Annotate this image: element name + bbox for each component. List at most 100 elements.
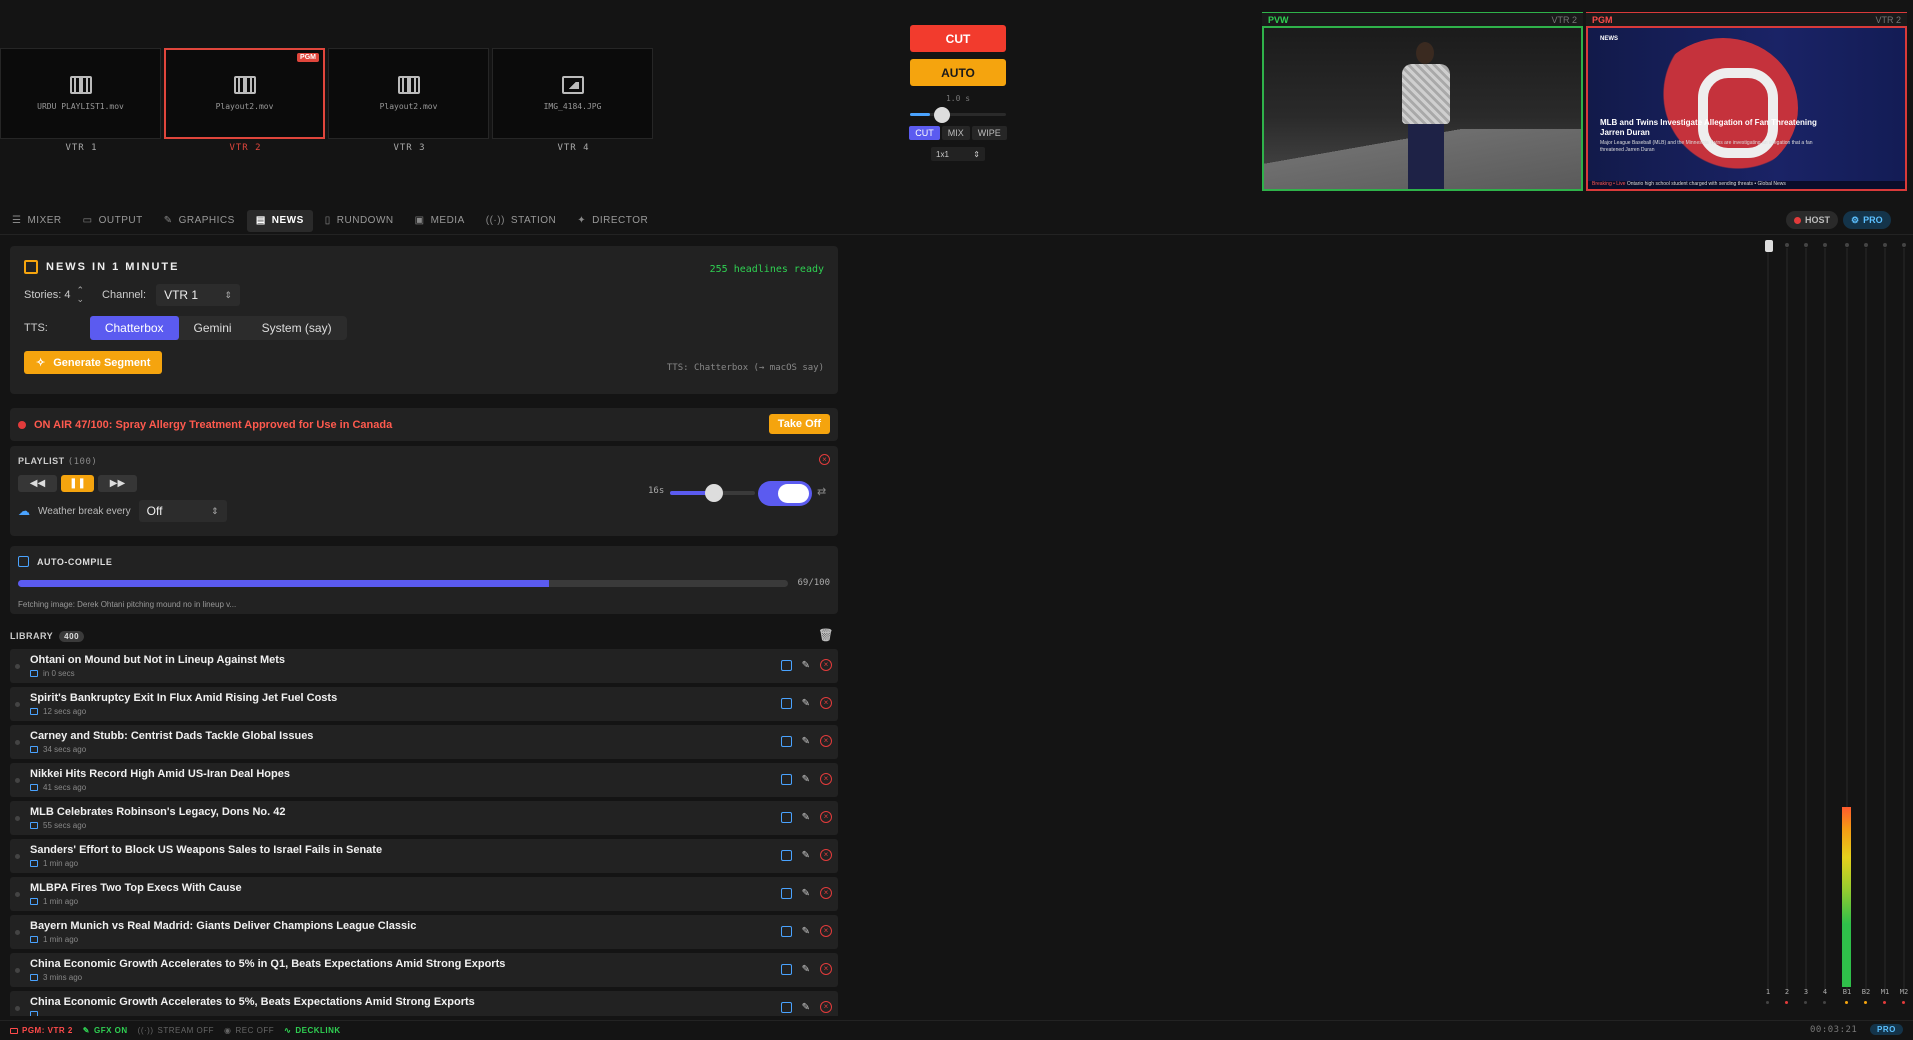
pencil-icon[interactable]: ✎ (802, 850, 810, 861)
vtr-slot[interactable]: PGM Playout2.mov VTR 2 (164, 48, 327, 153)
delete-icon[interactable]: × (820, 697, 832, 709)
mixer-channel[interactable]: B2 (1858, 236, 1874, 1012)
open-external-icon[interactable] (780, 1001, 792, 1013)
status-pro-badge[interactable]: PRO (1870, 1024, 1903, 1035)
interval-slider[interactable] (670, 484, 755, 502)
drag-handle[interactable] (15, 892, 20, 897)
delete-icon[interactable]: × (820, 1001, 832, 1013)
loop-toggle[interactable] (758, 481, 812, 506)
mixer-channel[interactable]: 3 (1798, 236, 1814, 1012)
drag-handle[interactable] (15, 702, 20, 707)
generate-segment-button[interactable]: ✧ Generate Segment (24, 351, 163, 374)
auto-button[interactable]: AUTO (910, 59, 1006, 86)
delete-icon[interactable]: × (820, 887, 832, 899)
trash-icon[interactable]: 🗑 (818, 628, 834, 642)
delete-icon[interactable]: × (820, 963, 832, 975)
tab-media[interactable]: ▣ MEDIA (406, 210, 474, 232)
pencil-icon[interactable]: ✎ (802, 698, 810, 709)
tab-news[interactable]: ▤ NEWS (246, 209, 313, 232)
pencil-icon[interactable]: ✎ (802, 888, 810, 899)
tts-option[interactable]: Gemini (179, 316, 247, 340)
mixer-channel[interactable]: 2 (1779, 236, 1795, 1012)
tab-graphics[interactable]: ✎ GRAPHICS (155, 210, 244, 232)
layout-select[interactable]: 1x1 ⇕ (931, 147, 985, 161)
pencil-icon[interactable]: ✎ (802, 964, 810, 975)
delete-icon[interactable]: × (820, 925, 832, 937)
vtr-thumbnail[interactable]: IMG_4184.JPG (492, 48, 653, 139)
cut-button[interactable]: CUT (910, 25, 1006, 52)
transition-type-wipe[interactable]: WIPE (971, 126, 1007, 140)
mixer-channel[interactable]: M1 (1877, 236, 1893, 1012)
channel-select[interactable]: VTR 1 ⇕ (156, 284, 241, 306)
pencil-icon[interactable]: ✎ (802, 926, 810, 937)
delete-icon[interactable]: × (820, 735, 832, 747)
tab-director[interactable]: ✦ DIRECTOR (568, 210, 657, 232)
library-story[interactable]: China Economic Growth Accelerates to 5%,… (10, 991, 838, 1016)
channel-fader[interactable] (1865, 248, 1867, 993)
vtr-slot[interactable]: URDU PLAYLIST1.mov VTR 1 (0, 48, 163, 153)
vtr-thumbnail[interactable]: URDU PLAYLIST1.mov (0, 48, 161, 139)
pencil-icon[interactable]: ✎ (802, 660, 810, 671)
channel-fader[interactable] (1805, 248, 1807, 993)
open-external-icon[interactable] (780, 887, 792, 899)
program-frame[interactable]: NEWS MLB and Twins Investigate Allegatio… (1586, 26, 1907, 191)
open-external-icon[interactable] (780, 849, 792, 861)
delete-icon[interactable]: × (820, 773, 832, 785)
pencil-icon[interactable]: ✎ (802, 736, 810, 747)
library-story[interactable]: MLBPA Fires Two Top Execs With Cause 1 mi… (10, 877, 838, 911)
open-external-icon[interactable] (780, 773, 792, 785)
channel-fader[interactable] (1786, 248, 1788, 993)
tab-mixer[interactable]: ☰ MIXER (3, 210, 71, 232)
open-external-icon[interactable] (780, 697, 792, 709)
library-story[interactable]: Sanders' Effort to Block US Weapons Sale… (10, 839, 838, 873)
library-story[interactable]: MLB Celebrates Robinson's Legacy, Dons N… (10, 801, 838, 835)
mixer-channel[interactable]: 4 (1817, 236, 1833, 1012)
weather-select[interactable]: Off ⇕ (138, 500, 227, 522)
vtr-slot[interactable]: Playout2.mov VTR 3 (328, 48, 491, 153)
library-story[interactable]: Carney and Stubb: Centrist Dads Tackle G… (10, 725, 838, 759)
pro-badge[interactable]: ⚙ PRO (1843, 211, 1891, 229)
tbar-slider[interactable] (910, 107, 1006, 123)
tts-option[interactable]: Chatterbox (89, 316, 179, 340)
pencil-icon[interactable]: ✎ (802, 774, 810, 785)
open-external-icon[interactable] (780, 963, 792, 975)
library-story[interactable]: Bayern Munich vs Real Madrid: Giants Del… (10, 915, 838, 949)
host-badge[interactable]: HOST (1786, 211, 1839, 229)
channel-fader[interactable] (1884, 248, 1886, 993)
tts-option[interactable]: System (say) (247, 316, 347, 340)
pencil-icon[interactable]: ✎ (802, 1002, 810, 1013)
drag-handle[interactable] (15, 968, 20, 973)
vtr-slot[interactable]: IMG_4184.JPG VTR 4 (492, 48, 655, 153)
delete-icon[interactable]: × (820, 811, 832, 823)
preview-frame[interactable] (1262, 26, 1583, 191)
vtr-thumbnail[interactable]: Playout2.mov (328, 48, 489, 139)
tab-rundown[interactable]: ▯ RUNDOWN (316, 210, 403, 232)
channel-fader[interactable] (1903, 248, 1905, 993)
tab-station[interactable]: ((·)) STATION (477, 210, 566, 232)
drag-handle[interactable] (15, 778, 20, 783)
channel-fader[interactable] (1824, 248, 1826, 993)
library-story[interactable]: China Economic Growth Accelerates to 5% … (10, 953, 838, 987)
tbar-knob[interactable] (934, 107, 950, 123)
fast-forward-button[interactable]: ▶▶ (98, 475, 137, 492)
vtr-thumbnail[interactable]: PGM Playout2.mov (164, 48, 325, 139)
library-story[interactable]: Ohtani on Mound but Not in Lineup Agains… (10, 649, 838, 683)
open-external-icon[interactable] (780, 811, 792, 823)
drag-handle[interactable] (15, 740, 20, 745)
delete-icon[interactable]: × (820, 849, 832, 861)
transition-type-cut[interactable]: CUT (909, 126, 940, 140)
drag-handle[interactable] (15, 816, 20, 821)
library-story[interactable]: Nikkei Hits Record High Amid US-Iran Dea… (10, 763, 838, 797)
mixer-channel[interactable]: M2 (1896, 236, 1912, 1012)
pencil-icon[interactable]: ✎ (802, 812, 810, 823)
drag-handle[interactable] (15, 854, 20, 859)
channel-fader[interactable] (1767, 248, 1769, 993)
open-external-icon[interactable] (780, 659, 792, 671)
delete-icon[interactable]: × (820, 659, 832, 671)
master-fader-knob[interactable] (1765, 240, 1773, 252)
transition-type-mix[interactable]: MIX (941, 126, 970, 140)
chevron-down-icon[interactable]: ⌄ (76, 295, 84, 304)
open-external-icon[interactable] (780, 925, 792, 937)
mixer-channel[interactable]: 1 (1760, 236, 1776, 1012)
drag-handle[interactable] (15, 1006, 20, 1011)
